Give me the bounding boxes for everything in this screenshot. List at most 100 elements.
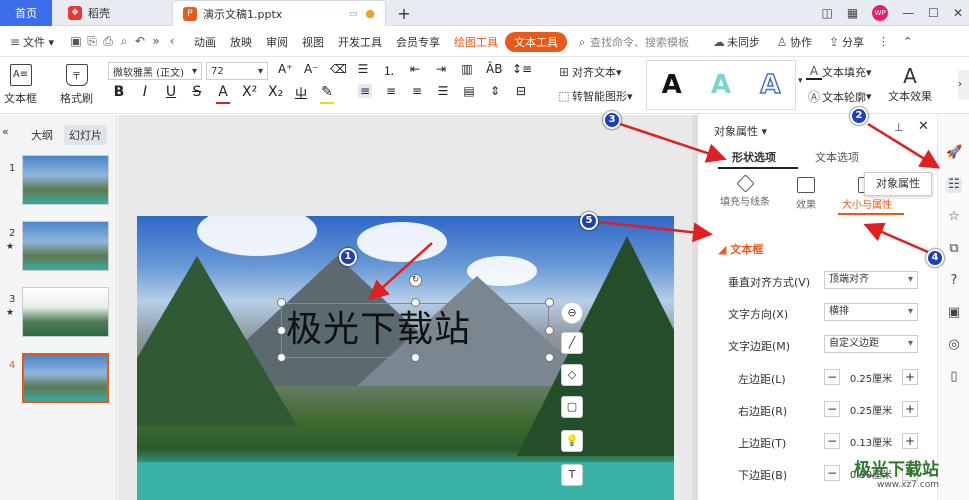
minus-icon[interactable]: −	[824, 401, 840, 417]
more-icon[interactable]: »	[148, 34, 164, 48]
bold-icon[interactable]: B	[112, 84, 126, 104]
gallery-more-icon[interactable]: ▾	[798, 76, 803, 86]
new-tab-button[interactable]: +	[392, 0, 416, 26]
plus-icon[interactable]: +	[902, 401, 918, 417]
resize-handle[interactable]	[545, 353, 554, 362]
grow-font-icon[interactable]: A⁺	[278, 62, 293, 76]
format-painter-button[interactable]: ╤ 格式刷	[60, 64, 93, 106]
smart-shape-button[interactable]: ⬚ 转智能图形 ▾	[556, 88, 632, 104]
text-direction-select[interactable]: 横排	[824, 303, 918, 321]
line-spacing-icon[interactable]: ↕≡	[512, 62, 532, 79]
font-name-select[interactable]: 微软雅黑 (正文) ▾	[108, 62, 202, 80]
valign-select[interactable]: 顶端对齐	[824, 271, 918, 289]
selected-textbox[interactable]: 极光下载站	[281, 303, 549, 358]
outline-icon[interactable]: ▢	[561, 396, 583, 418]
style-outline[interactable]: A	[759, 69, 781, 101]
plus-icon[interactable]: +	[902, 369, 918, 385]
align-center-icon[interactable]: ≡	[384, 84, 398, 98]
shrink-font-icon[interactable]: A⁻	[304, 62, 319, 76]
slide-thumbnail-4[interactable]	[22, 353, 109, 403]
menu-drawing-tools[interactable]: 绘图工具	[447, 34, 505, 50]
phonetic-icon[interactable]: ㄓ	[294, 84, 308, 104]
export-icon[interactable]: ⎘	[84, 34, 100, 49]
copy-icon[interactable]: ⧉	[946, 241, 962, 257]
slide-text[interactable]: 极光下载站	[282, 304, 548, 356]
justify-icon[interactable]: ☰	[436, 84, 450, 98]
align-left-icon[interactable]: ≡	[358, 84, 372, 98]
layout-icon[interactable]: ◫	[821, 6, 832, 20]
subscript-icon[interactable]: X₂	[268, 84, 283, 104]
clear-format-icon[interactable]: ⌫	[330, 62, 347, 76]
indent-icon[interactable]: ⇥	[434, 62, 448, 79]
menu-text-tools[interactable]: 文本工具	[505, 31, 568, 52]
subtab-fill-line[interactable]: 填充与线条	[720, 174, 770, 208]
tab-text-options[interactable]: 文本选项	[815, 149, 859, 165]
resize-handle[interactable]	[545, 298, 554, 307]
strikethrough-icon[interactable]: S	[190, 84, 204, 104]
numbering-icon[interactable]: ⒈	[382, 62, 396, 79]
minus-icon[interactable]: −	[824, 465, 840, 481]
gallery-icon[interactable]: ▣	[946, 305, 962, 321]
minus-icon[interactable]: −	[824, 369, 840, 385]
collapse-pane-icon[interactable]: «	[2, 125, 9, 138]
text-dir-icon[interactable]: ÂB	[486, 62, 502, 79]
slide-thumbnail-2[interactable]	[22, 221, 109, 271]
resize-handle[interactable]	[411, 353, 420, 362]
section-textbox[interactable]: ◢ 文本框	[718, 241, 763, 257]
rotate-handle-icon[interactable]: ↻	[409, 274, 422, 287]
columns-icon[interactable]: ▥	[460, 62, 474, 79]
fill-icon[interactable]: ◇	[561, 364, 583, 386]
collab-button[interactable]: ♙ 协作	[767, 34, 819, 50]
slide-thumbnail-3[interactable]	[22, 287, 109, 337]
avatar[interactable]: WP	[872, 5, 889, 21]
text-tool-icon[interactable]: T	[561, 464, 583, 486]
menu-slideshow[interactable]: 放映	[223, 34, 259, 50]
print-icon[interactable]: ⎙	[100, 34, 116, 49]
menu-developer[interactable]: 开发工具	[331, 34, 389, 50]
help-icon[interactable]: ?	[946, 273, 962, 289]
bullets-icon[interactable]: ☰	[356, 62, 370, 79]
undo-icon[interactable]: ↶	[132, 34, 148, 48]
grid-icon[interactable]: ▦	[847, 6, 858, 20]
para-spacing-icon[interactable]: ⇕	[488, 84, 502, 98]
minimize-icon[interactable]: —	[902, 6, 914, 20]
maximize-icon[interactable]: ☐	[928, 6, 939, 20]
left-margin-input[interactable]: 0.25厘米	[840, 370, 902, 385]
menu-animation[interactable]: 动画	[187, 34, 223, 50]
collapse-icon[interactable]: ⌃	[896, 35, 919, 48]
tab-shape-options[interactable]: 形状选项	[732, 149, 776, 165]
highlight-icon[interactable]: ✎	[320, 84, 334, 104]
tab-slides[interactable]: 幻灯片	[64, 125, 107, 145]
compass-icon[interactable]: ◎	[946, 337, 962, 353]
text-margin-select[interactable]: 自定义边距	[824, 335, 918, 353]
close-icon[interactable]: ✕	[953, 6, 963, 20]
tab-document[interactable]: P 演示文稿1.pptx ▭ ●	[172, 0, 386, 26]
underline-icon[interactable]: U	[164, 84, 178, 104]
close-pane-icon[interactable]: ✕	[918, 119, 929, 134]
idea-icon[interactable]: 💡	[561, 430, 583, 452]
valign-icon[interactable]: ⊟	[514, 84, 528, 98]
distribute-icon[interactable]: ▤	[462, 84, 476, 98]
save-icon[interactable]: ▣	[68, 34, 84, 48]
pin-icon[interactable]: ⊥	[894, 121, 904, 134]
text-outline-button[interactable]: Ⓐ 文本轮廓 ▾	[806, 88, 872, 105]
tab-outline[interactable]: 大纲	[26, 125, 58, 145]
shape-style-icon[interactable]: ╱	[561, 332, 583, 354]
star-icon[interactable]: ☆	[946, 209, 962, 225]
ribbon-scroll-right[interactable]: ›	[958, 70, 969, 100]
properties-icon[interactable]: ☷	[946, 177, 962, 193]
align-text-button[interactable]: ⊞ 对齐文本 ▾	[556, 64, 622, 80]
textbox-button[interactable]: A≡ 文本框	[4, 64, 37, 106]
book-icon[interactable]: ▯	[946, 369, 962, 385]
resize-handle[interactable]	[277, 298, 286, 307]
menu-more-icon[interactable]: ⋮	[871, 35, 896, 48]
style-teal[interactable]: A	[711, 70, 731, 100]
menu-view[interactable]: 视图	[295, 34, 331, 50]
resize-handle[interactable]	[277, 326, 286, 335]
resize-handle[interactable]	[277, 353, 286, 362]
screen-icon[interactable]: ▭	[349, 9, 358, 19]
slide-thumbnail-1[interactable]	[22, 155, 109, 205]
top-margin-input[interactable]: 0.13厘米	[840, 434, 902, 449]
resize-handle[interactable]	[411, 298, 420, 307]
outdent-icon[interactable]: ⇤	[408, 62, 422, 79]
